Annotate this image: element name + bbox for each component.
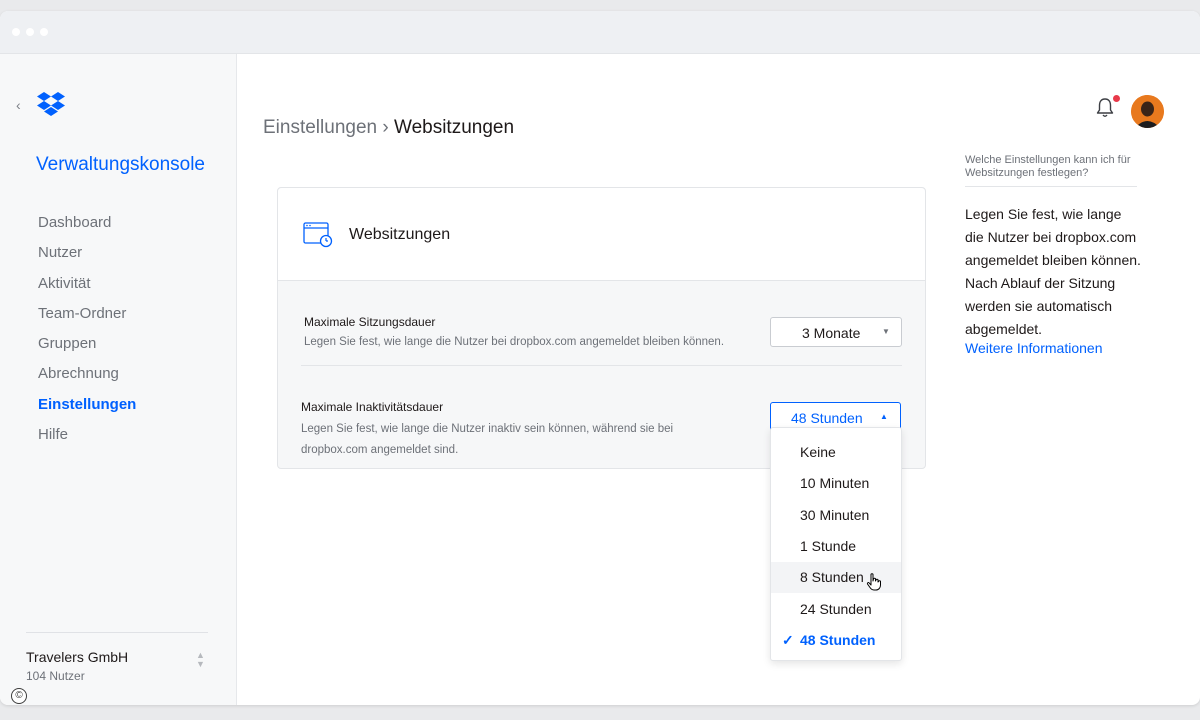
help-text-line: Nach Ablauf der Sitzung xyxy=(965,275,1116,291)
sidebar-nav: Dashboard Nutzer Aktivität Team-Ordner Grupp… xyxy=(38,212,136,454)
help-text-line: abgemeldet. xyxy=(965,321,1043,337)
copyright-icon: © xyxy=(11,688,27,704)
sidebar-item-4[interactable]: Gruppen xyxy=(38,333,136,363)
inactivity-duration-desc: Legen Sie fest, wie lange die Nutzer ina… xyxy=(301,419,673,461)
chevron-left-icon[interactable]: ‹ xyxy=(16,97,21,113)
more-info-link[interactable]: Weitere Informationen xyxy=(965,340,1102,356)
sidebar-item-7[interactable]: Hilfe xyxy=(38,424,136,454)
inactivity-duration-value: 48 Stunden xyxy=(791,410,863,426)
help-text-line: werden sie automatisch xyxy=(965,298,1113,314)
org-switcher-icon[interactable]: ▲ ▼ xyxy=(196,651,205,669)
window-dot xyxy=(40,28,48,36)
dropdown-option-label: 8 Stunden xyxy=(800,569,864,586)
inactivity-duration-label: Maximale Inaktivitätsdauer xyxy=(301,400,444,414)
dropbox-logo-icon[interactable] xyxy=(36,92,66,123)
help-text-line: die Nutzer bei dropbox.com xyxy=(965,229,1137,245)
dropdown-option[interactable]: 30 Minuten xyxy=(771,500,901,531)
inactivity-desc-line: dropbox.com angemeldet sind. xyxy=(301,444,459,456)
dropdown-option-label: 30 Minuten xyxy=(800,506,870,523)
session-duration-desc: Legen Sie fest, wie lange die Nutzer bei… xyxy=(304,336,725,348)
help-text-line: Legen Sie fest, wie lange xyxy=(965,206,1122,222)
card-header: Websitzungen xyxy=(278,188,925,281)
window-dot xyxy=(26,28,34,36)
row-divider xyxy=(301,365,902,366)
dropdown-option[interactable]: 10 Minuten xyxy=(771,468,901,499)
avatar[interactable] xyxy=(1131,95,1164,128)
dropdown-option-label: 1 Stunde xyxy=(800,537,857,554)
breadcrumb-separator: › xyxy=(382,117,389,138)
sidebar-item-5[interactable]: Abrechnung xyxy=(38,363,136,393)
org-name[interactable]: Travelers GmbH xyxy=(26,649,128,665)
dropdown-option[interactable]: ✓ 48 Stunden xyxy=(771,625,901,656)
inactivity-desc-line: Legen Sie fest, wie lange die Nutzer ina… xyxy=(301,423,674,435)
breadcrumb-current: Websitzungen xyxy=(393,117,515,138)
session-duration-label: Maximale Sitzungsdauer xyxy=(304,315,436,329)
sidebar-item-1[interactable]: Nutzer xyxy=(38,242,136,272)
notification-badge xyxy=(1113,95,1120,102)
hand-pointer-cursor-icon xyxy=(866,573,882,596)
bell-icon[interactable] xyxy=(1095,97,1115,124)
dropdown-option[interactable]: 24 Stunden xyxy=(771,594,901,625)
browser-clock-icon xyxy=(303,222,333,253)
dropdown-option-label: 10 Minuten xyxy=(800,475,870,492)
app-window: ‹ Verwaltungskonsole Dashboard Nutzer Akti… xyxy=(0,11,1200,705)
window-dot xyxy=(12,28,20,36)
inactivity-dropdown-menu: Keine 10 Minuten 30 Minuten 1 Stunde 8 Stund… xyxy=(770,427,902,661)
caret-down-icon: ▼ xyxy=(882,327,890,336)
help-text: Legen Sie fest, wie lange die Nutzer bei … xyxy=(965,203,1145,341)
help-divider xyxy=(965,186,1137,187)
card-title: Websitzungen xyxy=(349,226,451,243)
session-duration-value: 3 Monate xyxy=(802,325,861,341)
sidebar-item-2[interactable]: Aktivität xyxy=(38,273,136,303)
sidebar-divider xyxy=(26,632,208,633)
org-user-count: 104 Nutzer xyxy=(26,669,85,683)
sidebar-item-3[interactable]: Team-Ordner xyxy=(38,303,136,333)
dropdown-option[interactable]: Keine xyxy=(771,437,901,468)
check-icon: ✓ xyxy=(782,631,794,648)
app-title: Verwaltungskonsole xyxy=(36,154,205,175)
dropdown-option[interactable]: 1 Stunde xyxy=(771,531,901,562)
window-titlebar xyxy=(0,11,1200,54)
dropdown-option-label: 24 Stunden xyxy=(800,600,872,617)
dropdown-option-label: Keine xyxy=(800,444,836,460)
sidebar: ‹ Verwaltungskonsole Dashboard Nutzer Akti… xyxy=(0,54,237,705)
help-question: Welche Einstellungen kann ich für Websit… xyxy=(965,154,1131,179)
breadcrumb-parent[interactable]: Einstellungen xyxy=(263,117,377,138)
dropdown-option-label: 48 Stunden xyxy=(800,631,876,648)
help-text-line: angemeldet bleiben können. xyxy=(965,252,1141,268)
sidebar-item-6[interactable]: Einstellungen xyxy=(38,394,136,424)
caret-up-icon: ▲ xyxy=(880,412,888,421)
sidebar-item-0[interactable]: Dashboard xyxy=(38,212,136,242)
breadcrumb: Einstellungen › Websitzungen xyxy=(263,117,514,139)
session-duration-select[interactable]: 3 Monate ▼ xyxy=(770,317,902,347)
